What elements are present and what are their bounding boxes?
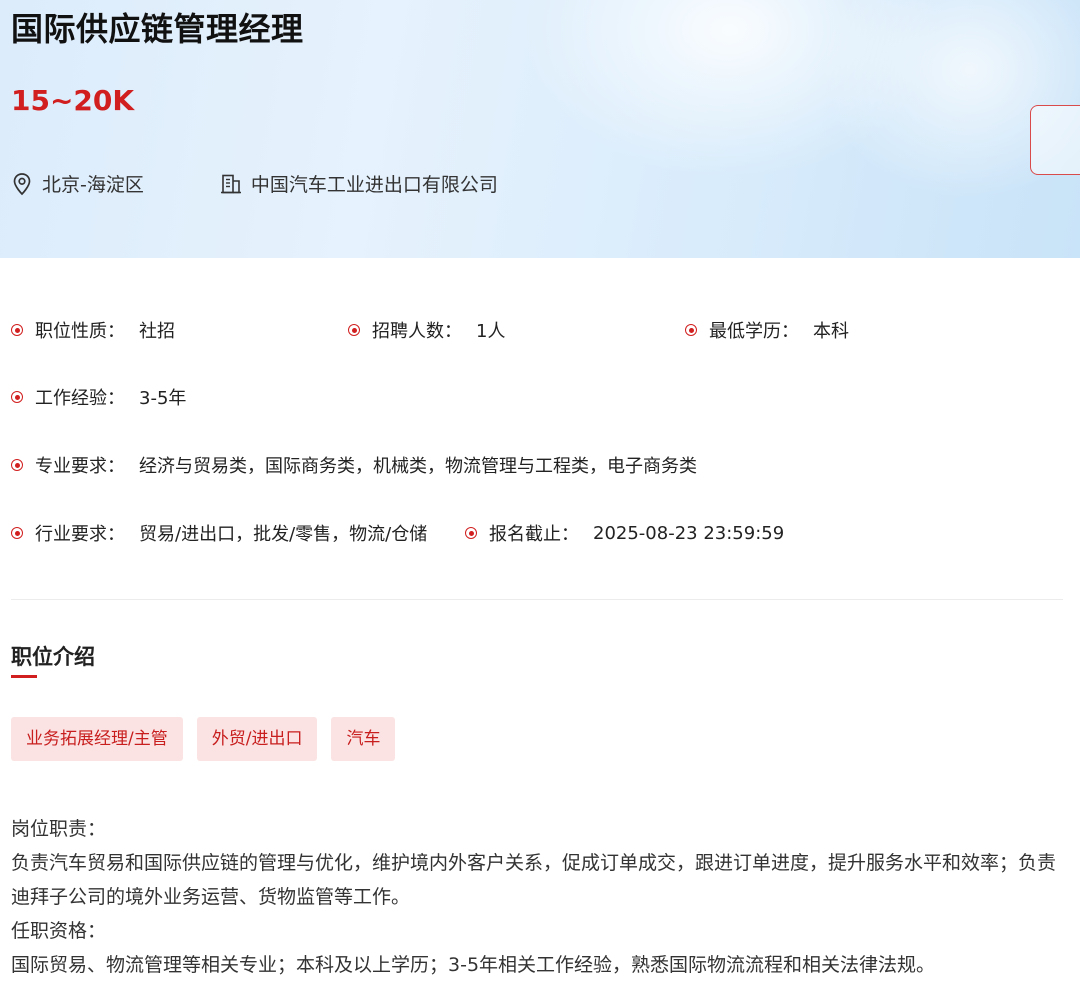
info-label: 招聘人数：	[372, 321, 462, 342]
info-experience: 工作经验： 3-5年	[11, 384, 186, 410]
radio-dot-icon	[348, 324, 360, 336]
divider	[11, 599, 1063, 600]
location-pin-icon	[13, 172, 31, 195]
building-icon	[220, 174, 241, 193]
radio-dot-icon	[11, 324, 23, 336]
requirement-text: 国际贸易、物流管理等相关专业；本科及以上学历；3-5年相关工作经验，熟悉国际物流…	[11, 954, 936, 976]
info-value: 1人	[476, 321, 506, 342]
info-deadline: 报名截止： 2025-08-23 23:59:59	[465, 520, 784, 546]
tag[interactable]: 外贸/进出口	[196, 717, 318, 761]
info-job-nature: 职位性质： 社招	[11, 317, 175, 343]
tag[interactable]: 汽车	[331, 717, 396, 761]
tag[interactable]: 业务拓展经理/主管	[11, 717, 183, 761]
section-title: 职位介绍	[11, 645, 95, 669]
radio-dot-icon	[11, 459, 23, 471]
salary: 15~20K	[11, 84, 135, 117]
company[interactable]: 中国汽车工业进出口有限公司	[220, 170, 498, 197]
info-value: 社招	[139, 321, 175, 342]
job-meta: 北京-海淀区 中国汽车工业进出口有限公司	[11, 170, 498, 197]
info-value: 贸易/进出口，批发/零售，物流/仓储	[139, 524, 428, 545]
info-label: 专业要求：	[35, 456, 125, 477]
duty-heading: 岗位职责：	[11, 818, 107, 840]
info-label: 报名截止：	[489, 524, 579, 545]
job-description: 岗位职责： 负责汽车贸易和国际供应链的管理与优化，维护境内外客户关系，促成订单成…	[11, 812, 1066, 982]
radio-dot-icon	[685, 324, 697, 336]
radio-dot-icon	[465, 527, 477, 539]
info-headcount: 招聘人数： 1人	[348, 317, 505, 343]
info-label: 最低学历：	[709, 321, 799, 342]
side-action-button[interactable]	[1030, 105, 1080, 175]
section-underline	[11, 675, 37, 678]
info-label: 工作经验：	[35, 388, 125, 409]
info-major: 专业要求： 经济与贸易类，国际商务类，机械类，物流管理与工程类，电子商务类	[11, 452, 697, 478]
info-value: 2025-08-23 23:59:59	[593, 522, 785, 544]
requirement-heading: 任职资格：	[11, 920, 107, 942]
info-label: 行业要求：	[35, 524, 125, 545]
duty-text: 负责汽车贸易和国际供应链的管理与优化，维护境内外客户关系，促成订单成交，跟进订单…	[11, 852, 1057, 908]
info-value: 经济与贸易类，国际商务类，机械类，物流管理与工程类，电子商务类	[139, 456, 697, 477]
company-name[interactable]: 中国汽车工业进出口有限公司	[251, 170, 498, 197]
job-header: 国际供应链管理经理 15~20K 北京-海淀区 中国汽车工业进出口有限公司	[0, 0, 1080, 258]
info-label: 职位性质：	[35, 321, 125, 342]
job-title: 国际供应链管理经理	[11, 10, 304, 48]
info-value: 3-5年	[139, 388, 187, 409]
tag-list: 业务拓展经理/主管 外贸/进出口 汽车	[11, 717, 409, 761]
info-education: 最低学历： 本科	[685, 317, 849, 343]
radio-dot-icon	[11, 391, 23, 403]
info-value: 本科	[813, 321, 849, 342]
radio-dot-icon	[11, 527, 23, 539]
info-industry: 行业要求： 贸易/进出口，批发/零售，物流/仓储	[11, 520, 427, 546]
location: 北京-海淀区	[11, 170, 144, 197]
location-text: 北京-海淀区	[42, 174, 144, 196]
